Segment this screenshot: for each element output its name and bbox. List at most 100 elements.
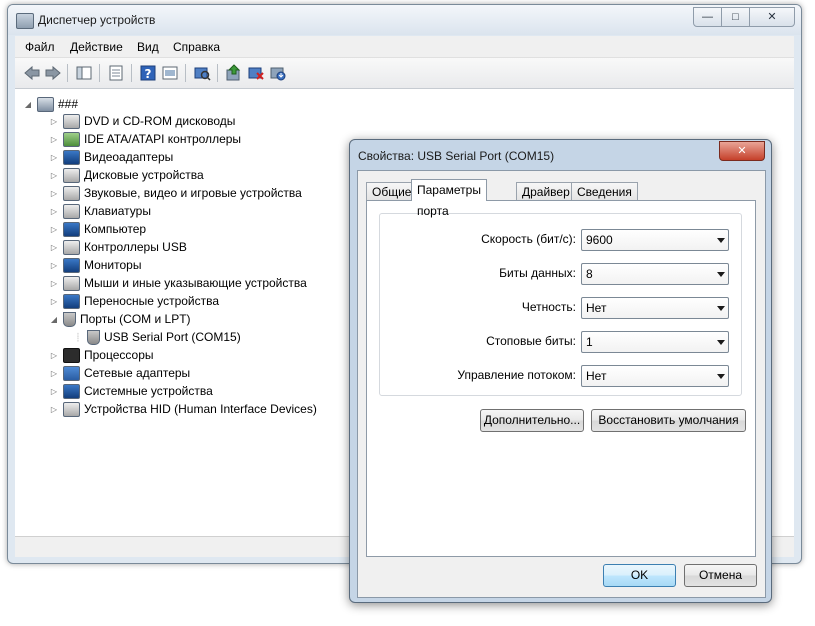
dvd-drive-icon xyxy=(63,113,80,129)
tree-item-usb-serial-port[interactable]: ┊ USB Serial Port (COM15) xyxy=(73,328,241,346)
disable-device-icon[interactable] xyxy=(247,64,265,82)
chevron-down-icon xyxy=(717,238,725,243)
speaker-icon xyxy=(63,185,80,201)
dialog-body: Общие Параметры порта Драйвер Сведения С… xyxy=(357,170,766,598)
baud-rate-label: Скорость (бит/с): xyxy=(481,232,576,246)
tree-item-ports[interactable]: ◢ Порты (COM и LPT) xyxy=(49,310,191,328)
port-settings-group: Скорость (бит/с): 9600 Биты данных: 8 Че… xyxy=(379,213,742,396)
flow-control-label: Управление потоком: xyxy=(457,368,576,382)
tree-item-disks[interactable]: ▷ Дисковые устройства xyxy=(49,166,204,184)
expand-arrow-icon[interactable]: ▷ xyxy=(49,261,59,270)
dialog-title: Свойства: USB Serial Port (COM15) xyxy=(358,149,555,163)
tree-item-computer[interactable]: ▷ Компьютер xyxy=(49,220,146,238)
tree-item-label: Мониторы xyxy=(84,258,142,272)
tab-driver[interactable]: Драйвер xyxy=(516,182,576,201)
expand-arrow-icon[interactable]: ▷ xyxy=(49,135,59,144)
expand-arrow-icon[interactable]: ▷ xyxy=(49,405,59,414)
expand-arrow-icon[interactable]: ▷ xyxy=(49,225,59,234)
collapse-arrow-icon[interactable]: ◢ xyxy=(23,100,33,109)
tab-port-settings[interactable]: Параметры порта xyxy=(411,179,487,218)
uninstall-device-icon[interactable] xyxy=(269,64,287,82)
title-bar[interactable]: Диспетчер устройств — □ ✕ xyxy=(8,5,801,35)
tree-item-label: Контроллеры USB xyxy=(84,240,187,254)
tab-general[interactable]: Общие xyxy=(366,182,418,201)
tree-connector: ┊ xyxy=(75,332,81,342)
expand-arrow-icon[interactable]: ▷ xyxy=(49,351,59,360)
properties-pane-icon[interactable] xyxy=(75,64,93,82)
menu-view[interactable]: Вид xyxy=(137,40,159,54)
tree-item-monitors[interactable]: ▷ Мониторы xyxy=(49,256,141,274)
port-settings-panel: Скорость (бит/с): 9600 Биты данных: 8 Че… xyxy=(366,200,756,557)
toolbar-separator xyxy=(185,64,186,82)
baud-rate-select[interactable]: 9600 xyxy=(581,229,729,251)
port-icon xyxy=(63,311,76,327)
chevron-down-icon xyxy=(717,374,725,379)
restore-defaults-button[interactable]: Восстановить умолчания xyxy=(591,409,746,432)
show-hidden-icon[interactable] xyxy=(161,64,179,82)
tree-item-sound[interactable]: ▷ Звуковые, видео и игровые устройства xyxy=(49,184,302,202)
parity-value: Нет xyxy=(586,301,607,315)
tree-root-label: ### xyxy=(58,97,79,111)
tree-item-portable[interactable]: ▷ Переносные устройства xyxy=(49,292,219,310)
forward-arrow-icon[interactable] xyxy=(44,64,62,82)
expand-arrow-icon[interactable]: ▷ xyxy=(49,279,59,288)
tree-item-usb[interactable]: ▷ Контроллеры USB xyxy=(49,238,187,256)
dialog-close-button[interactable]: ✕ xyxy=(719,141,765,161)
close-button[interactable]: ✕ xyxy=(749,7,795,27)
maximize-button[interactable]: □ xyxy=(721,7,750,27)
menu-file[interactable]: Файл xyxy=(25,40,55,54)
help-icon[interactable]: ? xyxy=(139,64,157,82)
expand-arrow-icon[interactable]: ▷ xyxy=(49,369,59,378)
flow-control-select[interactable]: Нет xyxy=(581,365,729,387)
network-adapter-icon xyxy=(63,365,80,381)
device-manager-icon xyxy=(16,13,34,29)
flow-control-value: Нет xyxy=(586,369,607,383)
tree-item-network[interactable]: ▷ Сетевые адаптеры xyxy=(49,364,190,382)
minimize-button[interactable]: — xyxy=(693,7,722,27)
stop-bits-select[interactable]: 1 xyxy=(581,331,729,353)
expand-arrow-icon[interactable]: ▷ xyxy=(49,207,59,216)
toolbar-separator xyxy=(131,64,132,82)
expand-arrow-icon[interactable]: ▷ xyxy=(49,387,59,396)
expand-arrow-icon[interactable]: ▷ xyxy=(49,243,59,252)
tree-item-label: Устройства HID (Human Interface Devices) xyxy=(84,402,317,416)
tree-root[interactable]: ◢ ### xyxy=(23,95,78,113)
expand-arrow-icon[interactable]: ▷ xyxy=(49,189,59,198)
tab-details[interactable]: Сведения xyxy=(571,182,638,201)
cancel-button[interactable]: Отмена xyxy=(684,564,757,587)
tree-item-keyboards[interactable]: ▷ Клавиатуры xyxy=(49,202,151,220)
advanced-button[interactable]: Дополнительно... xyxy=(480,409,584,432)
list-view-icon[interactable] xyxy=(107,64,125,82)
tree-item-dvd[interactable]: ▷ DVD и CD-ROM дисководы xyxy=(49,112,235,130)
menu-bar: Файл Действие Вид Справка xyxy=(15,36,794,58)
parity-select[interactable]: Нет xyxy=(581,297,729,319)
baud-rate-value: 9600 xyxy=(586,233,613,247)
portable-device-icon xyxy=(63,293,80,309)
system-device-icon xyxy=(63,383,80,399)
collapse-arrow-icon[interactable]: ◢ xyxy=(49,315,59,324)
back-arrow-icon[interactable] xyxy=(23,64,41,82)
ok-button[interactable]: OK xyxy=(603,564,676,587)
expand-arrow-icon[interactable]: ▷ xyxy=(49,117,59,126)
tree-item-label: Звуковые, видео и игровые устройства xyxy=(84,186,302,200)
menu-help[interactable]: Справка xyxy=(173,40,220,54)
window-title: Диспетчер устройств xyxy=(38,13,156,27)
scan-hardware-icon[interactable] xyxy=(193,64,211,82)
tree-item-mice[interactable]: ▷ Мыши и иные указывающие устройства xyxy=(49,274,307,292)
tree-item-hid[interactable]: ▷ Устройства HID (Human Interface Device… xyxy=(49,400,317,418)
data-bits-label: Биты данных: xyxy=(499,266,576,280)
tree-item-label: Сетевые адаптеры xyxy=(84,366,191,380)
tree-item-video[interactable]: ▷ Видеоадаптеры xyxy=(49,148,173,166)
tree-item-ide[interactable]: ▷ IDE ATA/ATAPI контроллеры xyxy=(49,130,241,148)
tree-item-processors[interactable]: ▷ Процессоры xyxy=(49,346,154,364)
toolbar-separator xyxy=(67,64,68,82)
expand-arrow-icon[interactable]: ▷ xyxy=(49,153,59,162)
svg-text:?: ? xyxy=(145,67,152,81)
tree-item-system[interactable]: ▷ Системные устройства xyxy=(49,382,213,400)
menu-action[interactable]: Действие xyxy=(70,40,123,54)
stop-bits-label: Стоповые биты: xyxy=(486,334,576,348)
expand-arrow-icon[interactable]: ▷ xyxy=(49,297,59,306)
expand-arrow-icon[interactable]: ▷ xyxy=(49,171,59,180)
data-bits-select[interactable]: 8 xyxy=(581,263,729,285)
update-driver-icon[interactable] xyxy=(225,64,243,82)
